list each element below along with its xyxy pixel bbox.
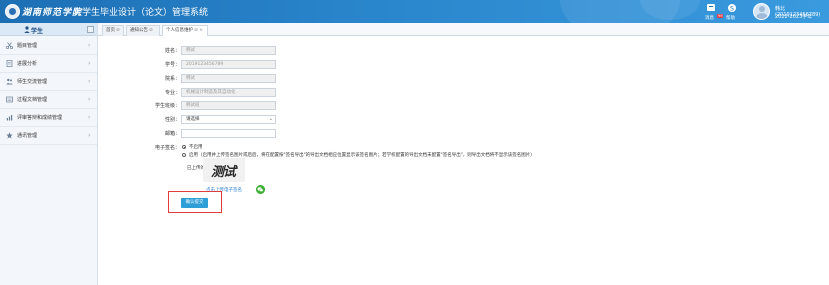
chevron-right-icon: › xyxy=(88,60,91,67)
tab-bar: 首页⊘ 通知公告⊘ 个人信息维护⊘ × xyxy=(98,23,829,37)
radio-disable-label: 不启用 xyxy=(189,145,203,150)
major-field: 机械设计制造及其自动化 xyxy=(181,88,276,97)
svg-text:S: S xyxy=(730,6,734,13)
notification-icon[interactable] xyxy=(706,3,716,13)
name-field: 韩试 xyxy=(181,46,276,55)
sidebar: 学生 题目管理 › 进展分析 › 师生交流管理 › 过程文档管理 › 评审答辩和… xyxy=(0,23,98,285)
sidebar-item-messages[interactable]: 通讯管理 › xyxy=(0,127,97,145)
sidebar-item-documents[interactable]: 过程文档管理 › xyxy=(0,91,97,109)
student-id-label: 学号： xyxy=(164,62,180,68)
avatar[interactable] xyxy=(753,3,770,20)
folder-icon xyxy=(6,96,13,103)
sidebar-item-label: 题目管理 xyxy=(17,43,38,49)
tab-label: 首页 xyxy=(106,28,115,33)
people-icon xyxy=(6,78,13,85)
major-label: 专业： xyxy=(164,90,180,96)
tab-label: 通知公告 xyxy=(130,28,148,33)
chevron-right-icon: › xyxy=(88,132,91,139)
sidebar-item-label: 通讯管理 xyxy=(17,133,38,139)
sidebar-item-communication[interactable]: 师生交流管理 › xyxy=(0,73,97,91)
notification-badge: 99 xyxy=(717,14,724,18)
sidebar-item-label: 进展分析 xyxy=(17,61,38,67)
email-label: 邮箱： xyxy=(164,131,180,137)
sidebar-item-progress[interactable]: 进展分析 › xyxy=(0,55,97,73)
chevron-right-icon: › xyxy=(88,78,91,85)
user-icon xyxy=(24,26,30,33)
gender-select-value: 请选择 xyxy=(186,117,200,122)
help-label[interactable]: 帮助 xyxy=(726,15,735,21)
radio-disable-signature[interactable] xyxy=(182,145,186,149)
app-title: 大学生毕业设计（论文）管理系统 xyxy=(73,8,209,18)
document-icon xyxy=(6,60,13,67)
department-field: 韩试 xyxy=(181,74,276,83)
signature-image: 测试 xyxy=(203,158,245,182)
department-label: 院系： xyxy=(164,76,180,82)
scissors-icon xyxy=(6,42,13,49)
school-logo-icon xyxy=(5,4,20,19)
class-label: 学生班级： xyxy=(154,103,180,109)
tab-notice[interactable]: 通知公告⊘ xyxy=(126,25,160,36)
email-field[interactable] xyxy=(181,129,276,138)
sidebar-title: 学生 xyxy=(31,28,44,35)
signature-text: 测试 xyxy=(211,165,236,180)
tab-refresh-icon[interactable]: ⊘ xyxy=(116,28,120,33)
chevron-down-icon: ⌄ xyxy=(268,116,273,122)
sidebar-collapse-button[interactable] xyxy=(87,26,94,33)
star-icon xyxy=(6,132,13,139)
tab-refresh-icon[interactable]: ⊘ xyxy=(149,28,153,33)
chart-icon xyxy=(6,115,13,121)
help-icon[interactable]: S xyxy=(727,3,737,13)
sidebar-item-review[interactable]: 评审答辩和成绩管理 › xyxy=(0,109,97,127)
tab-close-icon[interactable]: ⊘ × xyxy=(194,28,203,33)
name-label: 姓名： xyxy=(164,48,180,54)
gender-label: 性别： xyxy=(164,117,180,123)
tab-home[interactable]: 首页⊘ xyxy=(102,25,124,36)
notification-label[interactable]: 消息 xyxy=(705,15,714,21)
class-field: 韩试班 xyxy=(181,101,276,110)
confirm-submit-button[interactable]: 确认提交 xyxy=(181,198,208,208)
chevron-right-icon: › xyxy=(88,96,91,103)
chevron-right-icon: › xyxy=(88,42,91,49)
chevron-right-icon: › xyxy=(88,114,91,121)
sidebar-item-topic[interactable]: 题目管理 › xyxy=(0,37,97,55)
sidebar-item-label: 过程文档管理 xyxy=(17,97,48,103)
app-header: 湖南师范学院 大学生毕业设计（论文）管理系统 消息 99 S 帮助 韩北(201… xyxy=(0,0,829,23)
sidebar-item-label: 师生交流管理 xyxy=(17,79,48,85)
sidebar-header: 学生 xyxy=(0,23,97,36)
signature-label: 电子签名： xyxy=(154,145,180,151)
academic-year: 2022-2023学年 xyxy=(775,14,813,20)
student-id-field: 2019123456789 xyxy=(181,60,276,69)
gender-select[interactable]: 请选择 ⌄ xyxy=(181,115,276,124)
radio-enable-signature[interactable] xyxy=(182,153,186,157)
tab-label: 个人信息维护 xyxy=(166,28,193,33)
sidebar-item-label: 评审答辩和成绩管理 xyxy=(17,115,63,121)
wechat-icon[interactable] xyxy=(256,185,265,194)
